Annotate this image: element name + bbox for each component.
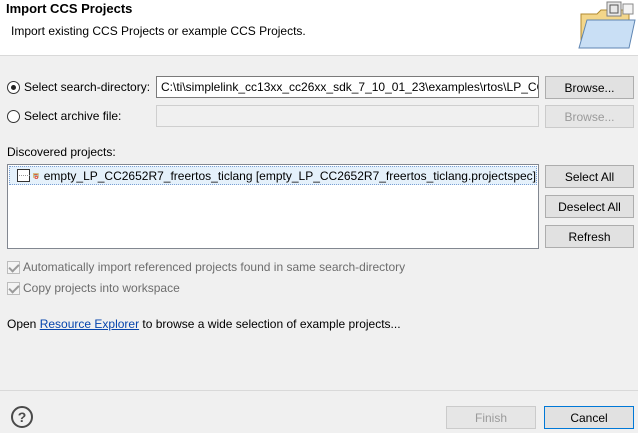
discovered-projects-list[interactable]: empty_LP_CC2652R7_freertos_ticlang [empt…	[7, 164, 539, 249]
resource-explorer-link[interactable]: Resource Explorer	[40, 317, 139, 331]
project-name: empty_LP_CC2652R7_freertos_ticlang [empt…	[43, 168, 536, 183]
archive-file-label: Select archive file:	[24, 109, 122, 123]
resource-explorer-text: Open Resource Explorer to browse a wide …	[7, 317, 401, 331]
tree-connector	[10, 166, 31, 185]
dialog-footer: ? Finish Cancel	[0, 390, 638, 433]
auto-import-option[interactable]: Automatically import referenced projects…	[7, 260, 405, 274]
auto-import-checkbox[interactable]	[7, 260, 20, 274]
cancel-button[interactable]: Cancel	[544, 406, 634, 429]
copy-projects-label: Copy projects into workspace	[23, 281, 180, 295]
archive-file-input[interactable]	[156, 105, 539, 127]
help-icon[interactable]: ?	[11, 406, 33, 428]
resource-prefix: Open	[7, 317, 40, 331]
search-directory-label: Select search-directory:	[24, 80, 151, 94]
dialog-title: Import CCS Projects	[6, 1, 133, 16]
search-directory-input[interactable]: C:\ti\simplelink_cc13xx_cc26xx_sdk_7_10_…	[156, 76, 539, 98]
resource-suffix: to browse a wide selection of example pr…	[139, 317, 401, 331]
import-folder-icon	[578, 1, 636, 49]
search-directory-radio[interactable]	[7, 80, 20, 94]
select-all-button[interactable]: Select All	[545, 165, 634, 188]
search-directory-option[interactable]: Select search-directory:	[7, 80, 150, 94]
dialog-header: Import CCS Projects Import existing CCS …	[0, 0, 638, 56]
archive-file-radio[interactable]	[7, 109, 20, 123]
copy-projects-checkbox[interactable]	[7, 281, 20, 295]
refresh-button[interactable]: Refresh	[545, 225, 634, 248]
ccs-project-error-icon	[33, 172, 39, 179]
archive-file-option[interactable]: Select archive file:	[7, 109, 121, 123]
browse-archive-button[interactable]: Browse...	[545, 105, 634, 128]
deselect-all-button[interactable]: Deselect All	[545, 195, 634, 218]
dialog-description: Import existing CCS Projects or example …	[11, 24, 306, 38]
list-item[interactable]: empty_LP_CC2652R7_freertos_ticlang [empt…	[9, 166, 537, 185]
browse-directory-button[interactable]: Browse...	[545, 76, 634, 99]
finish-button[interactable]: Finish	[446, 406, 536, 429]
discovered-projects-label: Discovered projects:	[7, 145, 116, 159]
auto-import-label: Automatically import referenced projects…	[23, 260, 406, 274]
copy-projects-option[interactable]: Copy projects into workspace	[7, 281, 180, 295]
